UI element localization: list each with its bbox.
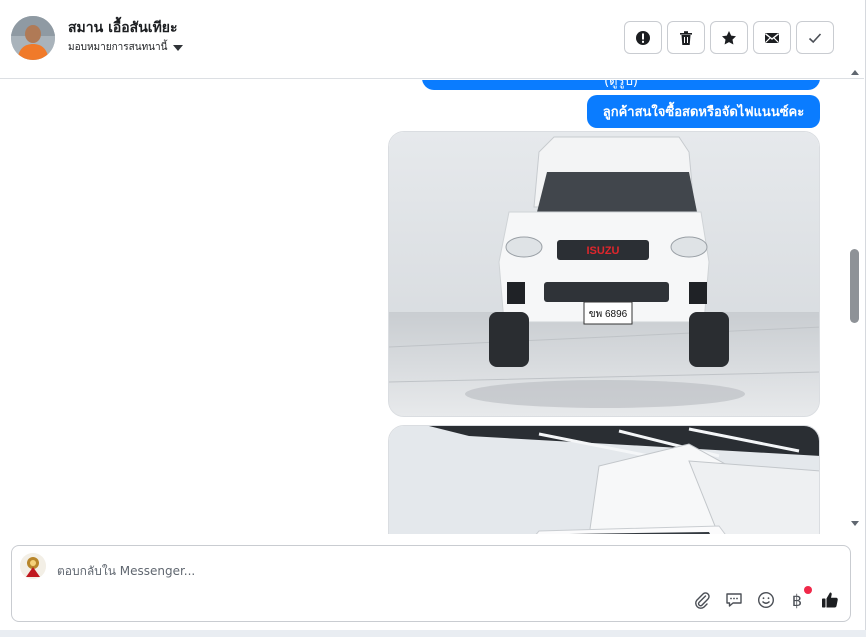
caret-down-icon: [173, 44, 184, 51]
mark-unread-button[interactable]: [753, 21, 791, 54]
conversation-window: สมาน เอื้อสันเทียะ มอบหมายการสนทนานี้ (ด…: [0, 0, 866, 630]
assign-conversation-dropdown[interactable]: มอบหมายการสนทนานี้: [68, 40, 184, 55]
mark-done-button[interactable]: [796, 21, 834, 54]
message-list[interactable]: (ดูรูป) ลูกค้าสนใจซื้อสดหรือจัดไฟแนนซ์คะ: [0, 80, 848, 534]
message-text: ลูกค้าสนใจซื้อสดหรือจัดไฟแนนซ์คะ: [602, 105, 805, 120]
conversation-header: สมาน เอื้อสันเทียะ มอบหมายการสนทนานี้: [0, 0, 864, 79]
check-icon: [808, 32, 822, 43]
brand-logo: ISUZU: [587, 245, 620, 257]
message-bubble: ลูกค้าสนใจซื้อสดหรือจัดไฟแนนซ์คะ: [587, 95, 820, 128]
mail-icon: [765, 32, 779, 43]
star-button[interactable]: [710, 21, 748, 54]
assign-label: มอบหมายการสนทนานี้: [68, 42, 168, 53]
attach-button[interactable]: [691, 589, 713, 611]
scroll-up-icon[interactable]: [851, 70, 859, 75]
scroll-down-icon[interactable]: [851, 521, 859, 526]
trash-icon: [680, 30, 692, 45]
reply-input[interactable]: ตอบกลับใน Messenger...: [57, 562, 195, 581]
notification-dot: [804, 586, 812, 594]
mark-spam-button[interactable]: [624, 21, 662, 54]
like-button[interactable]: [819, 589, 841, 611]
delete-button[interactable]: [667, 21, 705, 54]
baht-icon: ฿: [791, 590, 803, 610]
page-footer: [0, 630, 866, 637]
message-text: (ดูรูป): [604, 80, 638, 89]
attachment-photo[interactable]: [388, 425, 820, 534]
chat-bubble-icon: [726, 593, 742, 607]
reply-composer[interactable]: ตอบกลับใน Messenger... ฿: [11, 545, 851, 622]
attachment-photo[interactable]: ISUZU ขพ 6896: [388, 131, 820, 417]
message-bubble-partial: (ดูรูป): [422, 80, 820, 90]
alert-icon: [636, 30, 650, 45]
contact-avatar[interactable]: [11, 16, 55, 60]
page-avatar: [20, 553, 46, 579]
smiley-icon: [757, 591, 775, 609]
scrollbar-thumb[interactable]: [850, 249, 859, 323]
saved-replies-button[interactable]: [723, 589, 745, 611]
star-icon: [722, 30, 736, 44]
license-plate: ขพ 6896: [589, 309, 628, 320]
contact-name: สมาน เอื้อสันเทียะ: [68, 20, 178, 36]
paperclip-icon: [695, 592, 710, 609]
thumbs-up-icon: [822, 592, 838, 608]
emoji-button[interactable]: [755, 589, 777, 611]
